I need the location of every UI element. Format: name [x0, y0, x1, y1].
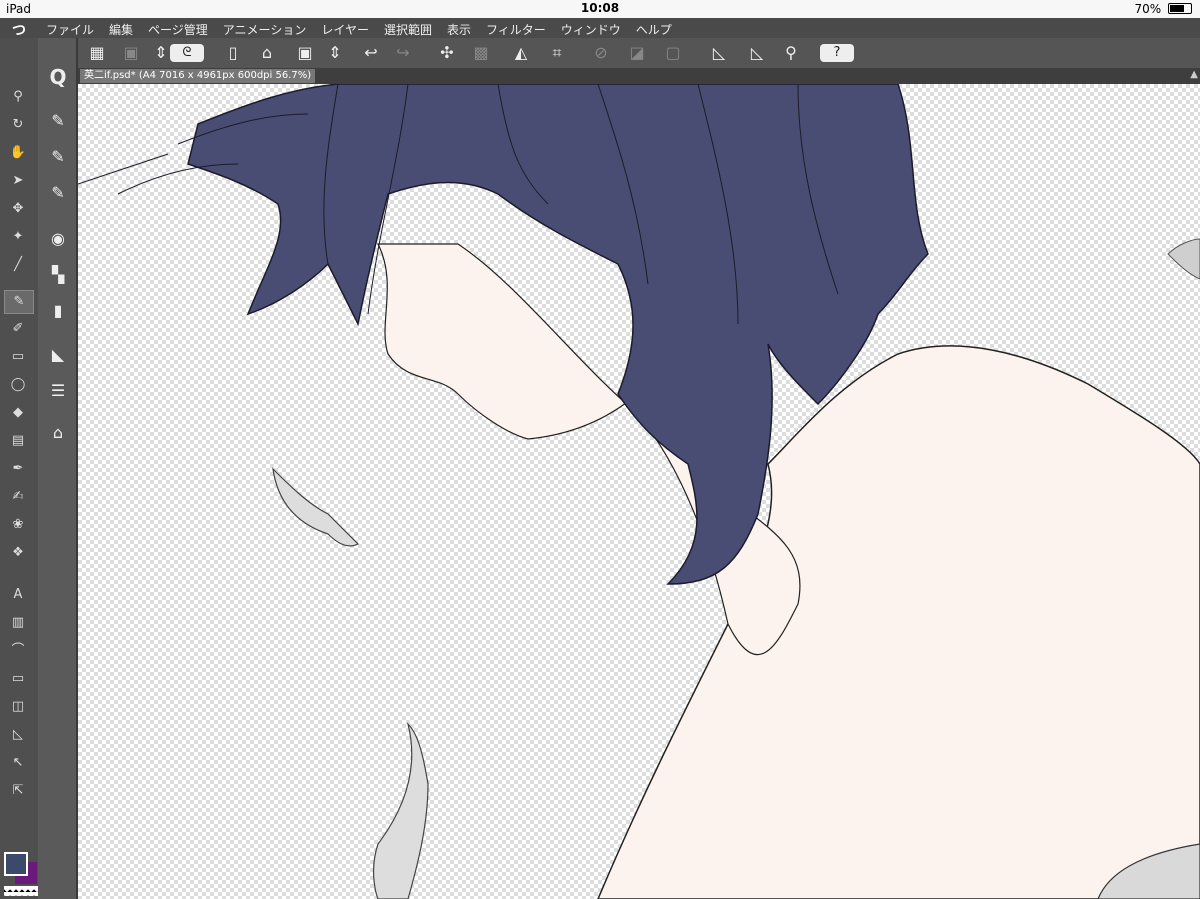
- correction-tool-icon[interactable]: ↖: [4, 752, 32, 774]
- color-wheel-icon[interactable]: ◉: [44, 226, 72, 252]
- operation-tool-icon[interactable]: ➤: [4, 170, 32, 192]
- menu-item[interactable]: ウィンドウ: [561, 21, 621, 38]
- scroll-up-icon[interactable]: ▲: [1190, 69, 1198, 80]
- menu-item[interactable]: 表示: [447, 21, 471, 38]
- transparent-color-swatch[interactable]: [4, 886, 38, 896]
- battery-percent: 70%: [1134, 2, 1162, 16]
- help-icon[interactable]: ?: [820, 44, 854, 62]
- navigator-icon[interactable]: ◣: [44, 342, 72, 368]
- material-icon[interactable]: ▣: [120, 42, 142, 64]
- blend-tool-icon[interactable]: ✒: [4, 458, 32, 480]
- decoration-tool-icon[interactable]: ❀: [4, 514, 32, 536]
- mesh-tool-icon[interactable]: ❖: [4, 542, 32, 564]
- special-ruler-snap-icon[interactable]: ◺: [746, 42, 768, 64]
- balloon-tool-icon[interactable]: ⌒: [4, 640, 32, 662]
- battery-icon: [1168, 3, 1192, 14]
- color-indicator[interactable]: [3, 850, 38, 898]
- zoom-tool-icon[interactable]: ⚲: [4, 86, 32, 108]
- brush-size-icon[interactable]: ✎: [44, 180, 72, 206]
- show-selection-icon[interactable]: ▢: [662, 42, 684, 64]
- foreground-color-swatch[interactable]: [4, 852, 28, 876]
- clear-icon[interactable]: ✣: [436, 42, 458, 64]
- auto-select-tool-icon[interactable]: ✦: [4, 226, 32, 248]
- menu-item[interactable]: ページ管理: [148, 21, 208, 38]
- toolbox: ⚲ ↻ ✋ ➤ ✥ ✦ ╱ ✎ ✐ ▭ ◯ ◆ ▤ ✒ ✍ ❀ ❖ A ▥ ⌒ ▭ ◫ ◺ ↖ ⇱: [0, 38, 39, 899]
- menu-item[interactable]: レイヤー: [321, 21, 369, 38]
- layers-icon[interactable]: ☰: [44, 378, 72, 404]
- menu-item[interactable]: アニメーション: [223, 21, 307, 38]
- eyedropper-tool-icon[interactable]: ╱: [4, 254, 32, 276]
- hand-tool-icon[interactable]: ✋: [4, 142, 32, 164]
- menu-item[interactable]: フィルター: [486, 21, 546, 38]
- artwork: [78, 84, 1200, 899]
- menu-items: ファイル 編集 ページ管理 アニメーション レイヤー 選択範囲 表示 フィルター ウィンドウ ヘル…: [46, 21, 672, 38]
- color-set-icon[interactable]: ▚: [44, 262, 72, 288]
- eraser-tool-icon[interactable]: ▭: [4, 346, 32, 368]
- document-tab[interactable]: 英二if.psd* (A4 7016 x 4961px 600dpi 56.7%…: [80, 69, 316, 83]
- grid-snap-icon[interactable]: ⚲: [780, 42, 802, 64]
- figure-tool-icon[interactable]: ▭: [4, 668, 32, 690]
- battery-status: 70%: [1134, 2, 1192, 16]
- ruler-snap-icon[interactable]: ◺: [708, 42, 730, 64]
- menu-item[interactable]: ヘルプ: [636, 21, 672, 38]
- move-tool-icon[interactable]: ✥: [4, 198, 32, 220]
- clip-studio-icon[interactable]: ᘓ: [170, 44, 204, 62]
- command-bar: ▦ ▣ ⇕ ᘓ ▯ ⌂ ▣ ⇕ ↩ ↪ ✣ ▩ ◭ ⌗ ⊘ ◪ ▢ ◺ ◺ ⚲?: [0, 38, 1200, 68]
- text-tool-icon[interactable]: A: [4, 584, 32, 606]
- ios-status-bar: iPad 10:08 70%: [0, 0, 1200, 18]
- undo-icon[interactable]: ↩: [360, 42, 382, 64]
- open-folder-icon[interactable]: ⌂: [256, 42, 278, 64]
- tool-property-icon[interactable]: ✎: [44, 144, 72, 170]
- frame-tool-icon[interactable]: ▥: [4, 612, 32, 634]
- brush-tool-icon[interactable]: ✐: [4, 318, 32, 340]
- feather-large: [373, 722, 429, 899]
- document-tab-bar: 英二if.psd* (A4 7016 x 4961px 600dpi 56.7%…: [78, 68, 1200, 84]
- fill-tool-icon[interactable]: ◆: [4, 402, 32, 424]
- menu-item[interactable]: 選択範囲: [384, 21, 432, 38]
- lasso-tool-icon[interactable]: ◯: [4, 374, 32, 396]
- page-updown-icon[interactable]: ⇕: [324, 42, 346, 64]
- line-correction-tool-icon[interactable]: ⇱: [4, 780, 32, 802]
- save-icon[interactable]: ▣: [294, 42, 316, 64]
- clock: 10:08: [580, 1, 620, 15]
- drawing-canvas[interactable]: [78, 84, 1200, 899]
- feather-small: [272, 467, 360, 547]
- deselect-icon[interactable]: ⊘: [590, 42, 612, 64]
- gradient-tool-icon[interactable]: ▤: [4, 430, 32, 452]
- menu-item[interactable]: 編集: [109, 21, 133, 38]
- invert-selection-icon[interactable]: ◪: [626, 42, 648, 64]
- layout-icon[interactable]: ▦: [86, 42, 108, 64]
- clear-outside-icon[interactable]: ▩: [470, 42, 492, 64]
- side-panel: Q ✎ ✎ ✎ ◉ ▚ ▮ ◣ ☰ ⌂: [38, 38, 78, 899]
- menu-item[interactable]: ファイル: [46, 21, 94, 38]
- up-down-icon[interactable]: ⇕: [150, 42, 172, 64]
- subtool-icon[interactable]: ✎: [44, 108, 72, 134]
- timeline-icon[interactable]: ▮: [44, 298, 72, 324]
- edge-object: [1167, 238, 1200, 280]
- ruler-tool-icon[interactable]: ◺: [4, 724, 32, 746]
- pen-tool-icon[interactable]: ✎: [4, 290, 34, 314]
- frame-border-tool-icon[interactable]: ◫: [4, 696, 32, 718]
- transform-icon[interactable]: ⌗: [546, 42, 568, 64]
- menu-bar: つ ファイル 編集 ページ管理 アニメーション レイヤー 選択範囲 表示 フィルター ウィンドウ…: [0, 18, 1200, 40]
- material-folder-icon[interactable]: ⌂: [44, 420, 72, 446]
- app-logo-icon[interactable]: つ: [12, 20, 26, 40]
- quick-access-icon[interactable]: Q: [44, 64, 72, 90]
- new-file-icon[interactable]: ▯: [222, 42, 244, 64]
- rotate-tool-icon[interactable]: ↻: [4, 114, 32, 136]
- airbrush-tool-icon[interactable]: ✍: [4, 486, 32, 508]
- fill-icon[interactable]: ◭: [510, 42, 532, 64]
- redo-icon[interactable]: ↪: [392, 42, 414, 64]
